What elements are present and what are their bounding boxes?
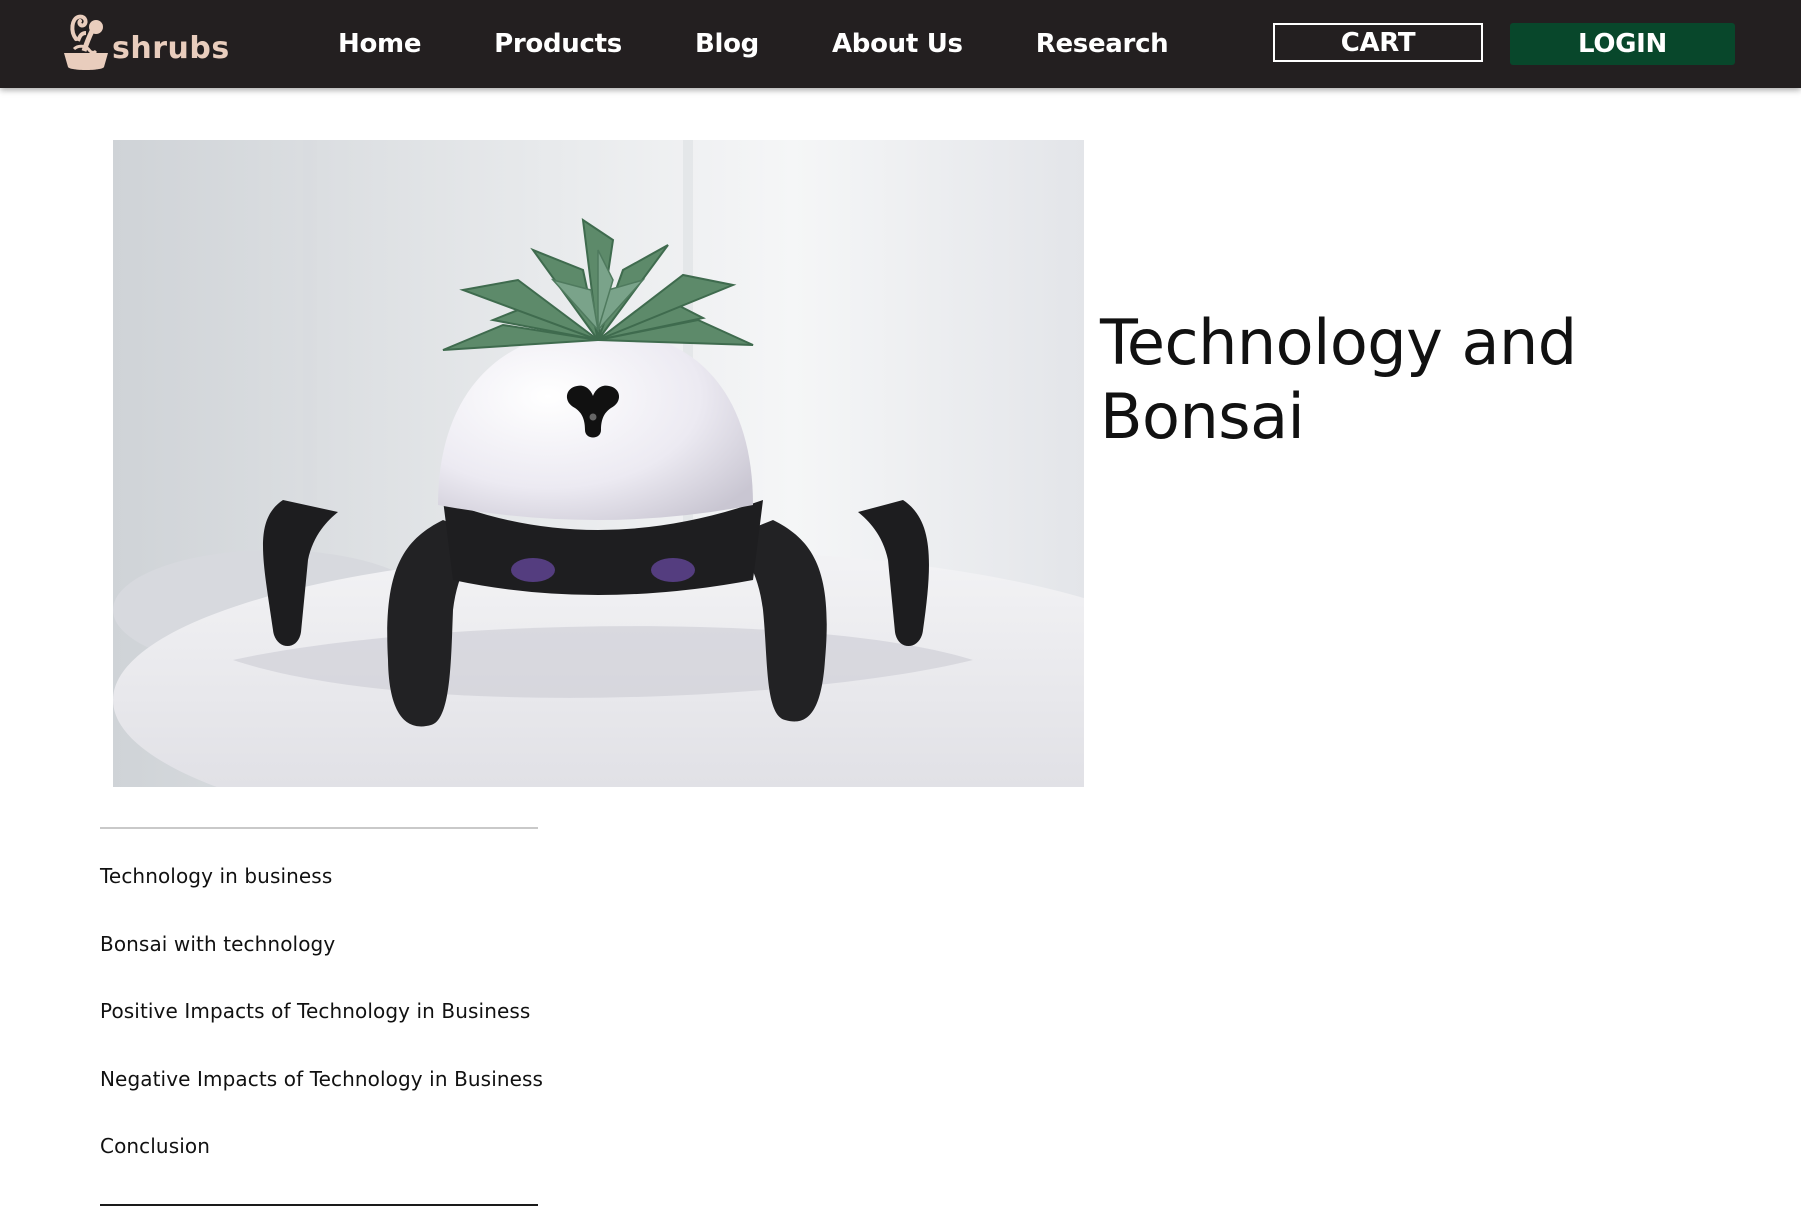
toc-item: Positive Impacts of Technology in Busine… — [100, 999, 543, 1067]
toc-divider-bottom — [100, 1204, 538, 1206]
nav-link-products[interactable]: Products — [494, 29, 622, 59]
table-of-contents: Technology in business Bonsai with techn… — [100, 864, 543, 1202]
main-nav: Home Products Blog About Us Research — [338, 0, 1241, 88]
toc-link-conclusion[interactable]: Conclusion — [100, 1134, 210, 1158]
toc-divider-top — [100, 827, 538, 829]
toc-item: Bonsai with technology — [100, 932, 543, 1000]
nav-link-research[interactable]: Research — [1036, 29, 1169, 59]
cart-button[interactable]: CART — [1273, 23, 1483, 62]
toc-link-technology-in-business[interactable]: Technology in business — [100, 864, 332, 888]
nav-link-blog[interactable]: Blog — [695, 29, 759, 59]
toc-item: Negative Impacts of Technology in Busine… — [100, 1067, 543, 1135]
toc-link-bonsai-with-technology[interactable]: Bonsai with technology — [100, 932, 335, 956]
page-title: Technology and Bonsai — [1100, 306, 1577, 453]
nav-link-home[interactable]: Home — [338, 29, 421, 59]
bonsai-pot-icon — [64, 14, 108, 70]
toc-link-negative-impacts[interactable]: Negative Impacts of Technology in Busine… — [100, 1067, 543, 1091]
brand-logo[interactable]: shrubs — [62, 8, 230, 74]
article-hero-image — [113, 140, 1084, 787]
nav-link-about-us[interactable]: About Us — [832, 29, 963, 59]
brand-name: shrubs — [112, 30, 230, 66]
toc-link-positive-impacts[interactable]: Positive Impacts of Technology in Busine… — [100, 999, 530, 1023]
robot-plant-illustration — [113, 140, 1084, 787]
top-navbar: shrubs Home Products Blog About Us Resea… — [0, 0, 1801, 88]
login-button[interactable]: LOGIN — [1510, 23, 1735, 65]
toc-item: Technology in business — [100, 864, 543, 932]
toc-item: Conclusion — [100, 1134, 543, 1202]
